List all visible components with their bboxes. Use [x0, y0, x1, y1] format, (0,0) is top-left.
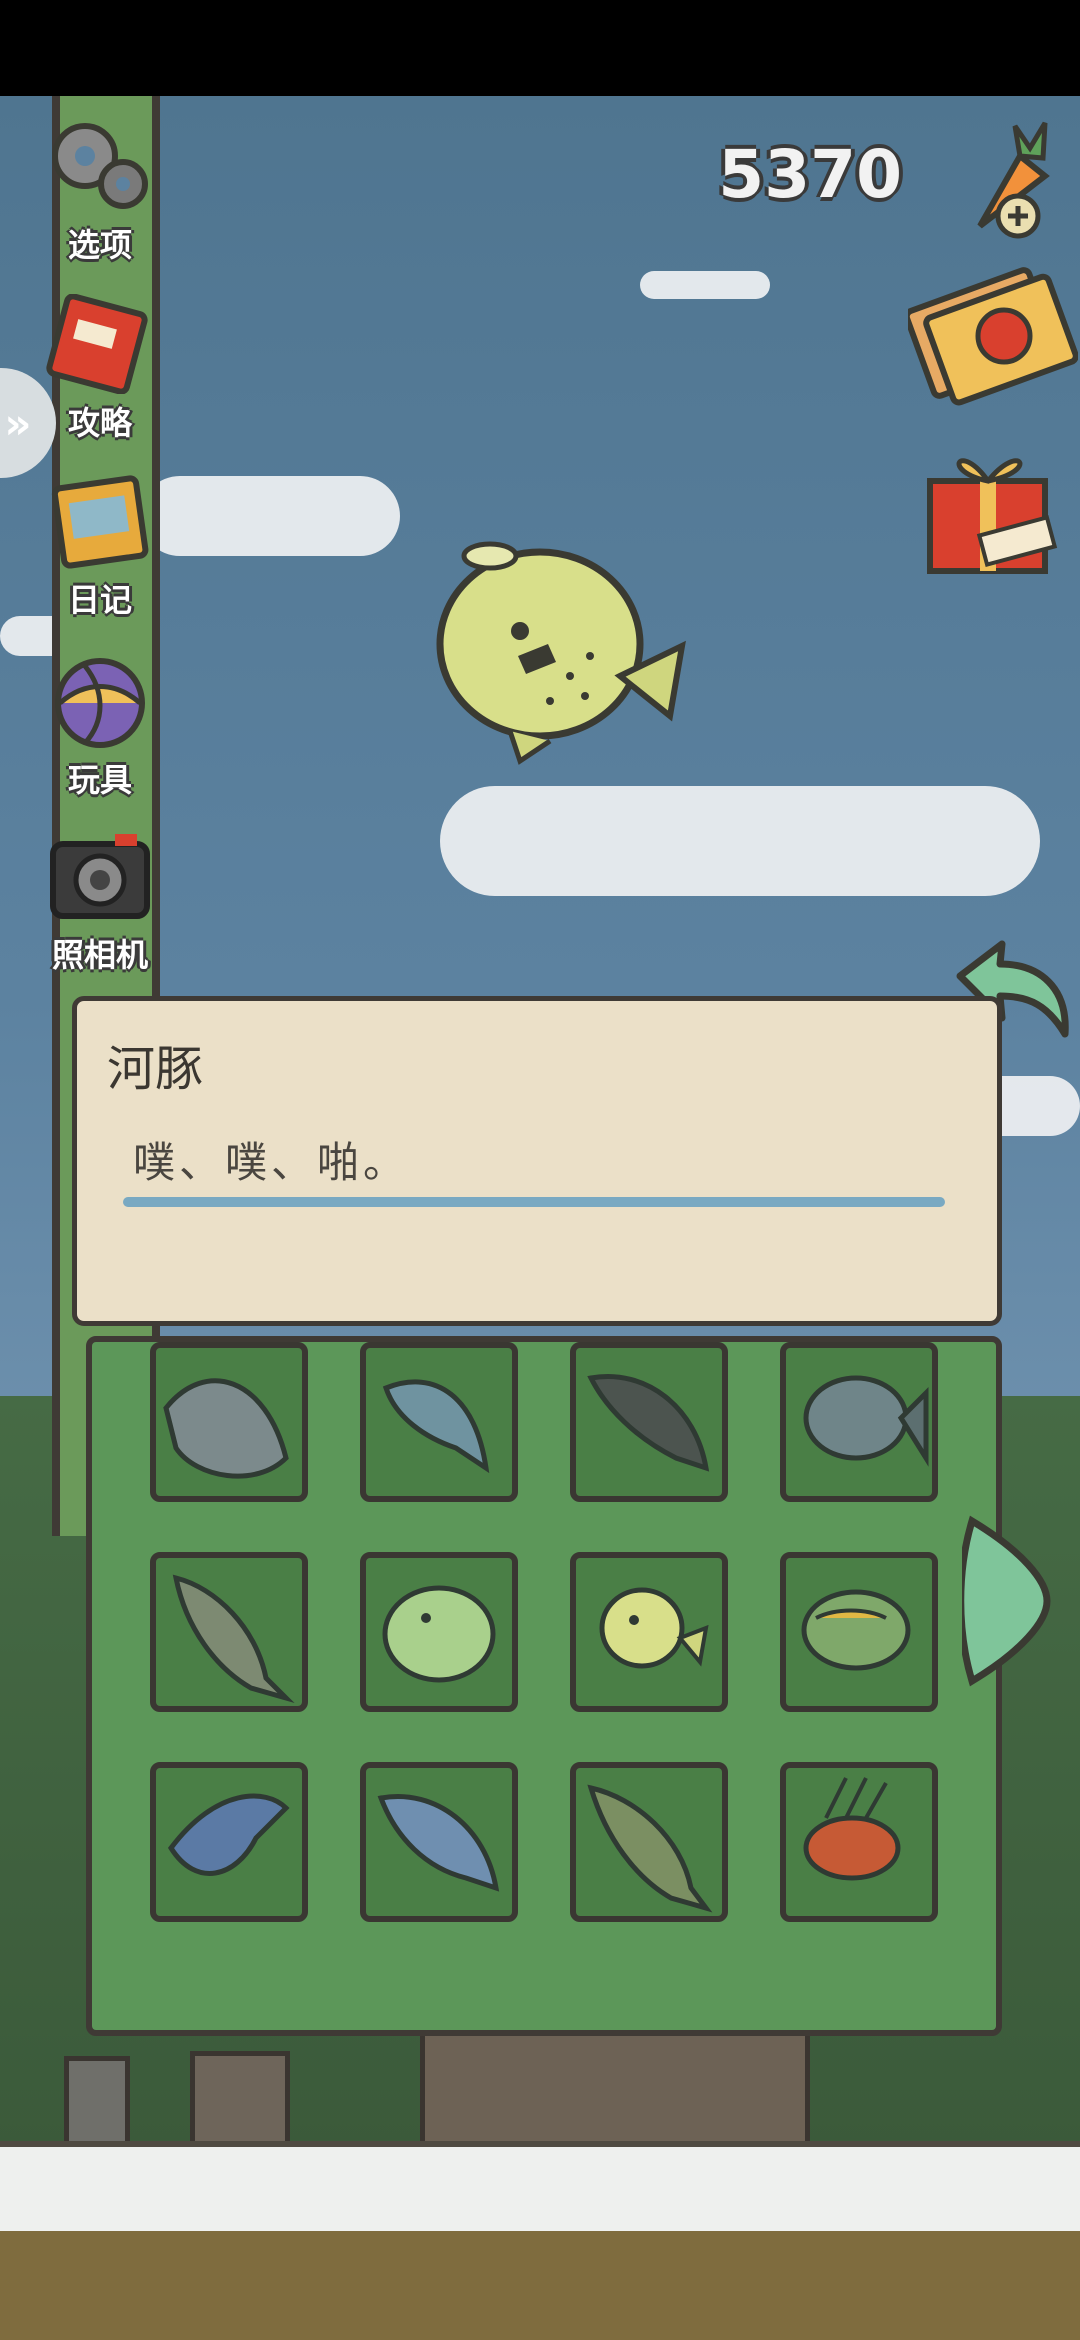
- pufferfish-icon[interactable]: [420, 526, 700, 786]
- menu-label-camera: 照相机: [51, 936, 148, 974]
- fish-info-dialog: 河豚 噗、噗、啪。: [72, 996, 1002, 1326]
- fish-slot[interactable]: [360, 1342, 518, 1502]
- gear-icon: [52, 123, 148, 209]
- salmon-icon: [377, 1794, 500, 1892]
- catfish-icon: [587, 1374, 710, 1472]
- fish-slot[interactable]: [570, 1342, 728, 1502]
- menu-label-diary: 日记: [67, 581, 132, 619]
- menu-label-guide: 攻略: [67, 404, 132, 442]
- menu-label-options: 选项: [67, 226, 132, 264]
- dialog-title: 河豚: [107, 1041, 204, 1097]
- toy-ball-icon: [55, 658, 145, 748]
- menu-item-options[interactable]: 选项: [30, 116, 170, 266]
- flying-fish-icon: [167, 1793, 290, 1876]
- ticket-icon[interactable]: [908, 266, 1078, 406]
- diary-icon: [51, 475, 149, 569]
- carrot-add-icon[interactable]: [950, 116, 1060, 246]
- dialog-text: 噗、噗、啪。: [133, 1138, 410, 1187]
- menu-item-guide[interactable]: 攻略: [30, 294, 170, 444]
- fish-icon: [382, 1379, 490, 1474]
- lamp-post: [64, 2056, 130, 2151]
- sunfish-icon: [801, 1589, 911, 1671]
- status-bar: [0, 0, 1080, 96]
- shrine: [190, 2051, 290, 2151]
- cloud: [640, 271, 770, 299]
- menu-item-camera[interactable]: 照相机: [30, 826, 170, 976]
- game-scene: 5370 » 选项 攻略 日记 玩具 照相机 河豚 噗、噗、啪。: [0, 96, 1080, 2340]
- fish-slot[interactable]: [150, 1342, 308, 1502]
- guide-book-icon: [46, 294, 148, 394]
- green-pufferfish-icon: [382, 1585, 496, 1683]
- double-chevron-right-icon: »: [4, 398, 32, 448]
- fish-slot[interactable]: [780, 1762, 938, 1922]
- snow-ground: [0, 2141, 1080, 2237]
- next-page-arrow-icon[interactable]: [962, 1511, 1052, 1691]
- fish-slot[interactable]: [360, 1552, 518, 1712]
- fish-slot[interactable]: [780, 1552, 938, 1712]
- piranha-icon: [803, 1375, 929, 1467]
- fish-collection-panel: [86, 1336, 1002, 2036]
- fish-slot[interactable]: [150, 1762, 308, 1922]
- fish-slot[interactable]: [360, 1762, 518, 1922]
- pufferfish-icon: [599, 1587, 709, 1669]
- fish-slot[interactable]: [570, 1552, 728, 1712]
- dirt-ground: [0, 2231, 1080, 2340]
- fish-slot[interactable]: [150, 1552, 308, 1712]
- cloud: [140, 476, 400, 556]
- bass-icon: [172, 1574, 295, 1704]
- sturgeon-icon: [163, 1378, 289, 1479]
- carrot-count: 5370: [718, 136, 902, 213]
- largemouth-bass-icon: [587, 1784, 713, 1913]
- cloud: [440, 786, 1040, 896]
- fish-slot[interactable]: [780, 1342, 938, 1502]
- menu-item-diary[interactable]: 日记: [30, 471, 170, 621]
- gift-box-icon[interactable]: [920, 431, 1060, 581]
- menu-item-toys[interactable]: 玩具: [30, 651, 170, 801]
- menu-label-toys: 玩具: [67, 761, 132, 799]
- dialog-divider: [123, 1197, 945, 1207]
- fish-slot[interactable]: [570, 1762, 728, 1922]
- lionfish-icon: [803, 1777, 901, 1881]
- camera-icon: [50, 834, 150, 919]
